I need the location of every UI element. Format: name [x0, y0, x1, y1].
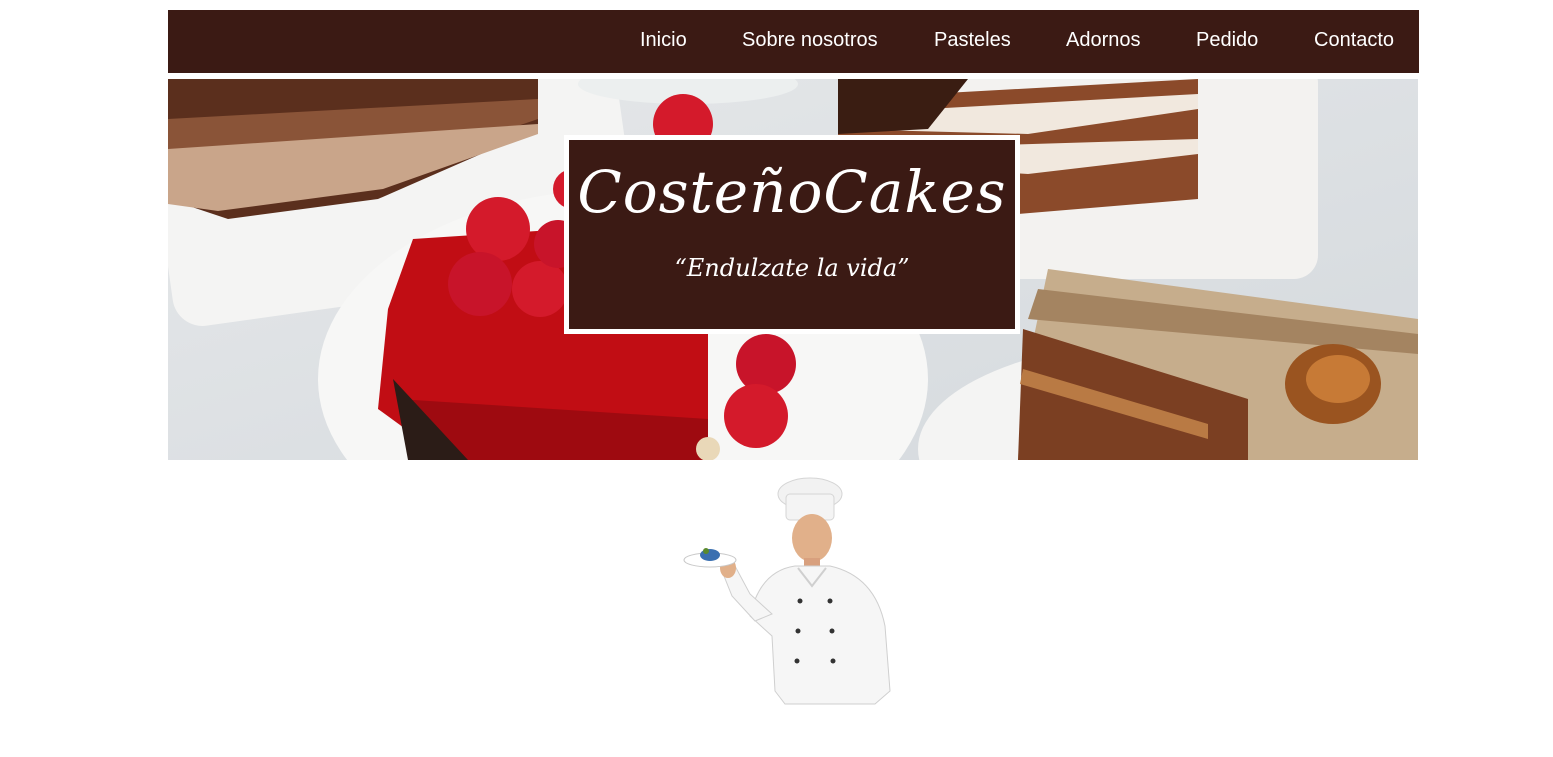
main-nav: Inicio Sobre nosotros Pasteles Adornos P…	[168, 10, 1419, 73]
nav-item-pasteles[interactable]: Pasteles	[934, 10, 1011, 73]
hero-banner: CosteñoCakes “Endulzate la vida”	[168, 79, 1418, 460]
nav-item-sobre-nosotros[interactable]: Sobre nosotros	[742, 10, 878, 73]
brand-tagline: “Endulzate la vida”	[674, 254, 910, 282]
chef-image	[683, 477, 891, 705]
brand-title-box: CosteñoCakes “Endulzate la vida”	[564, 135, 1020, 334]
nav-item-pedido[interactable]: Pedido	[1196, 10, 1258, 73]
nav-item-inicio[interactable]: Inicio	[640, 10, 687, 73]
nav-item-adornos[interactable]: Adornos	[1066, 10, 1141, 73]
nav-item-contacto[interactable]: Contacto	[1314, 10, 1394, 73]
brand-name: CosteñoCakes	[577, 158, 1007, 226]
